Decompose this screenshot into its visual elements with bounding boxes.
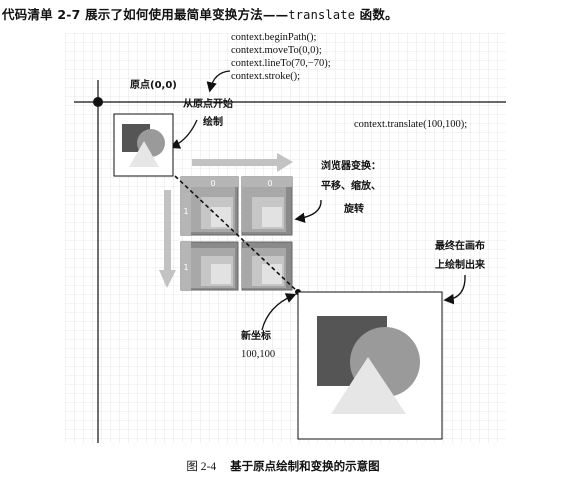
code-line-3: context.lineTo(70,−70); [231, 58, 331, 69]
tile-top-left-side-number: 1 [183, 207, 188, 216]
new-origin-label-1: 新坐标 [241, 329, 271, 342]
final-draw-label-1: 最终在画布 [435, 239, 485, 252]
origin-point [93, 97, 103, 107]
browser-transform-label-2: 平移、缩放、 [321, 179, 381, 192]
final-draw-label-2: 上绘制出来 [435, 258, 486, 271]
draw-from-origin-label-2: 绘制 [203, 115, 223, 128]
figure-caption-text: 基于原点绘制和变换的示意图 [230, 459, 380, 473]
tile-top-left: 0 1 [180, 176, 239, 236]
origin-label: 原点(0,0) [130, 78, 177, 91]
tile-bottom-right [241, 241, 293, 291]
figure-number: 图 2-4 [186, 461, 217, 473]
vertical-flow-bar [164, 190, 171, 272]
draw-from-origin-label-1: 从原点开始 [183, 97, 233, 110]
tile-top-right-number: 0 [267, 179, 272, 188]
tile-top-right: 0 [241, 176, 293, 236]
tile-bottom-left: 1 [180, 241, 239, 291]
code-line-4: context.stroke(); [231, 71, 300, 82]
code-line-1: context.beginPath(); [231, 32, 317, 43]
transform-diagram: context.beginPath(); context.moveTo(0,0)… [65, 32, 506, 443]
browser-transform-label-1: 浏览器变换： [321, 159, 381, 172]
browser-transform-label-3: 旋转 [343, 202, 364, 215]
tile-bottom-left-side-number: 1 [183, 263, 188, 272]
tile-top-left-number: 0 [210, 179, 215, 188]
code-line-2: context.moveTo(0,0); [231, 45, 322, 56]
horizontal-flow-bar [192, 159, 278, 166]
new-origin-label-2: 100,100 [241, 349, 275, 360]
figure-caption: 图 2-4 基于原点绘制和变换的示意图 [0, 458, 566, 474]
translate-call-label: context.translate(100,100); [354, 119, 467, 130]
